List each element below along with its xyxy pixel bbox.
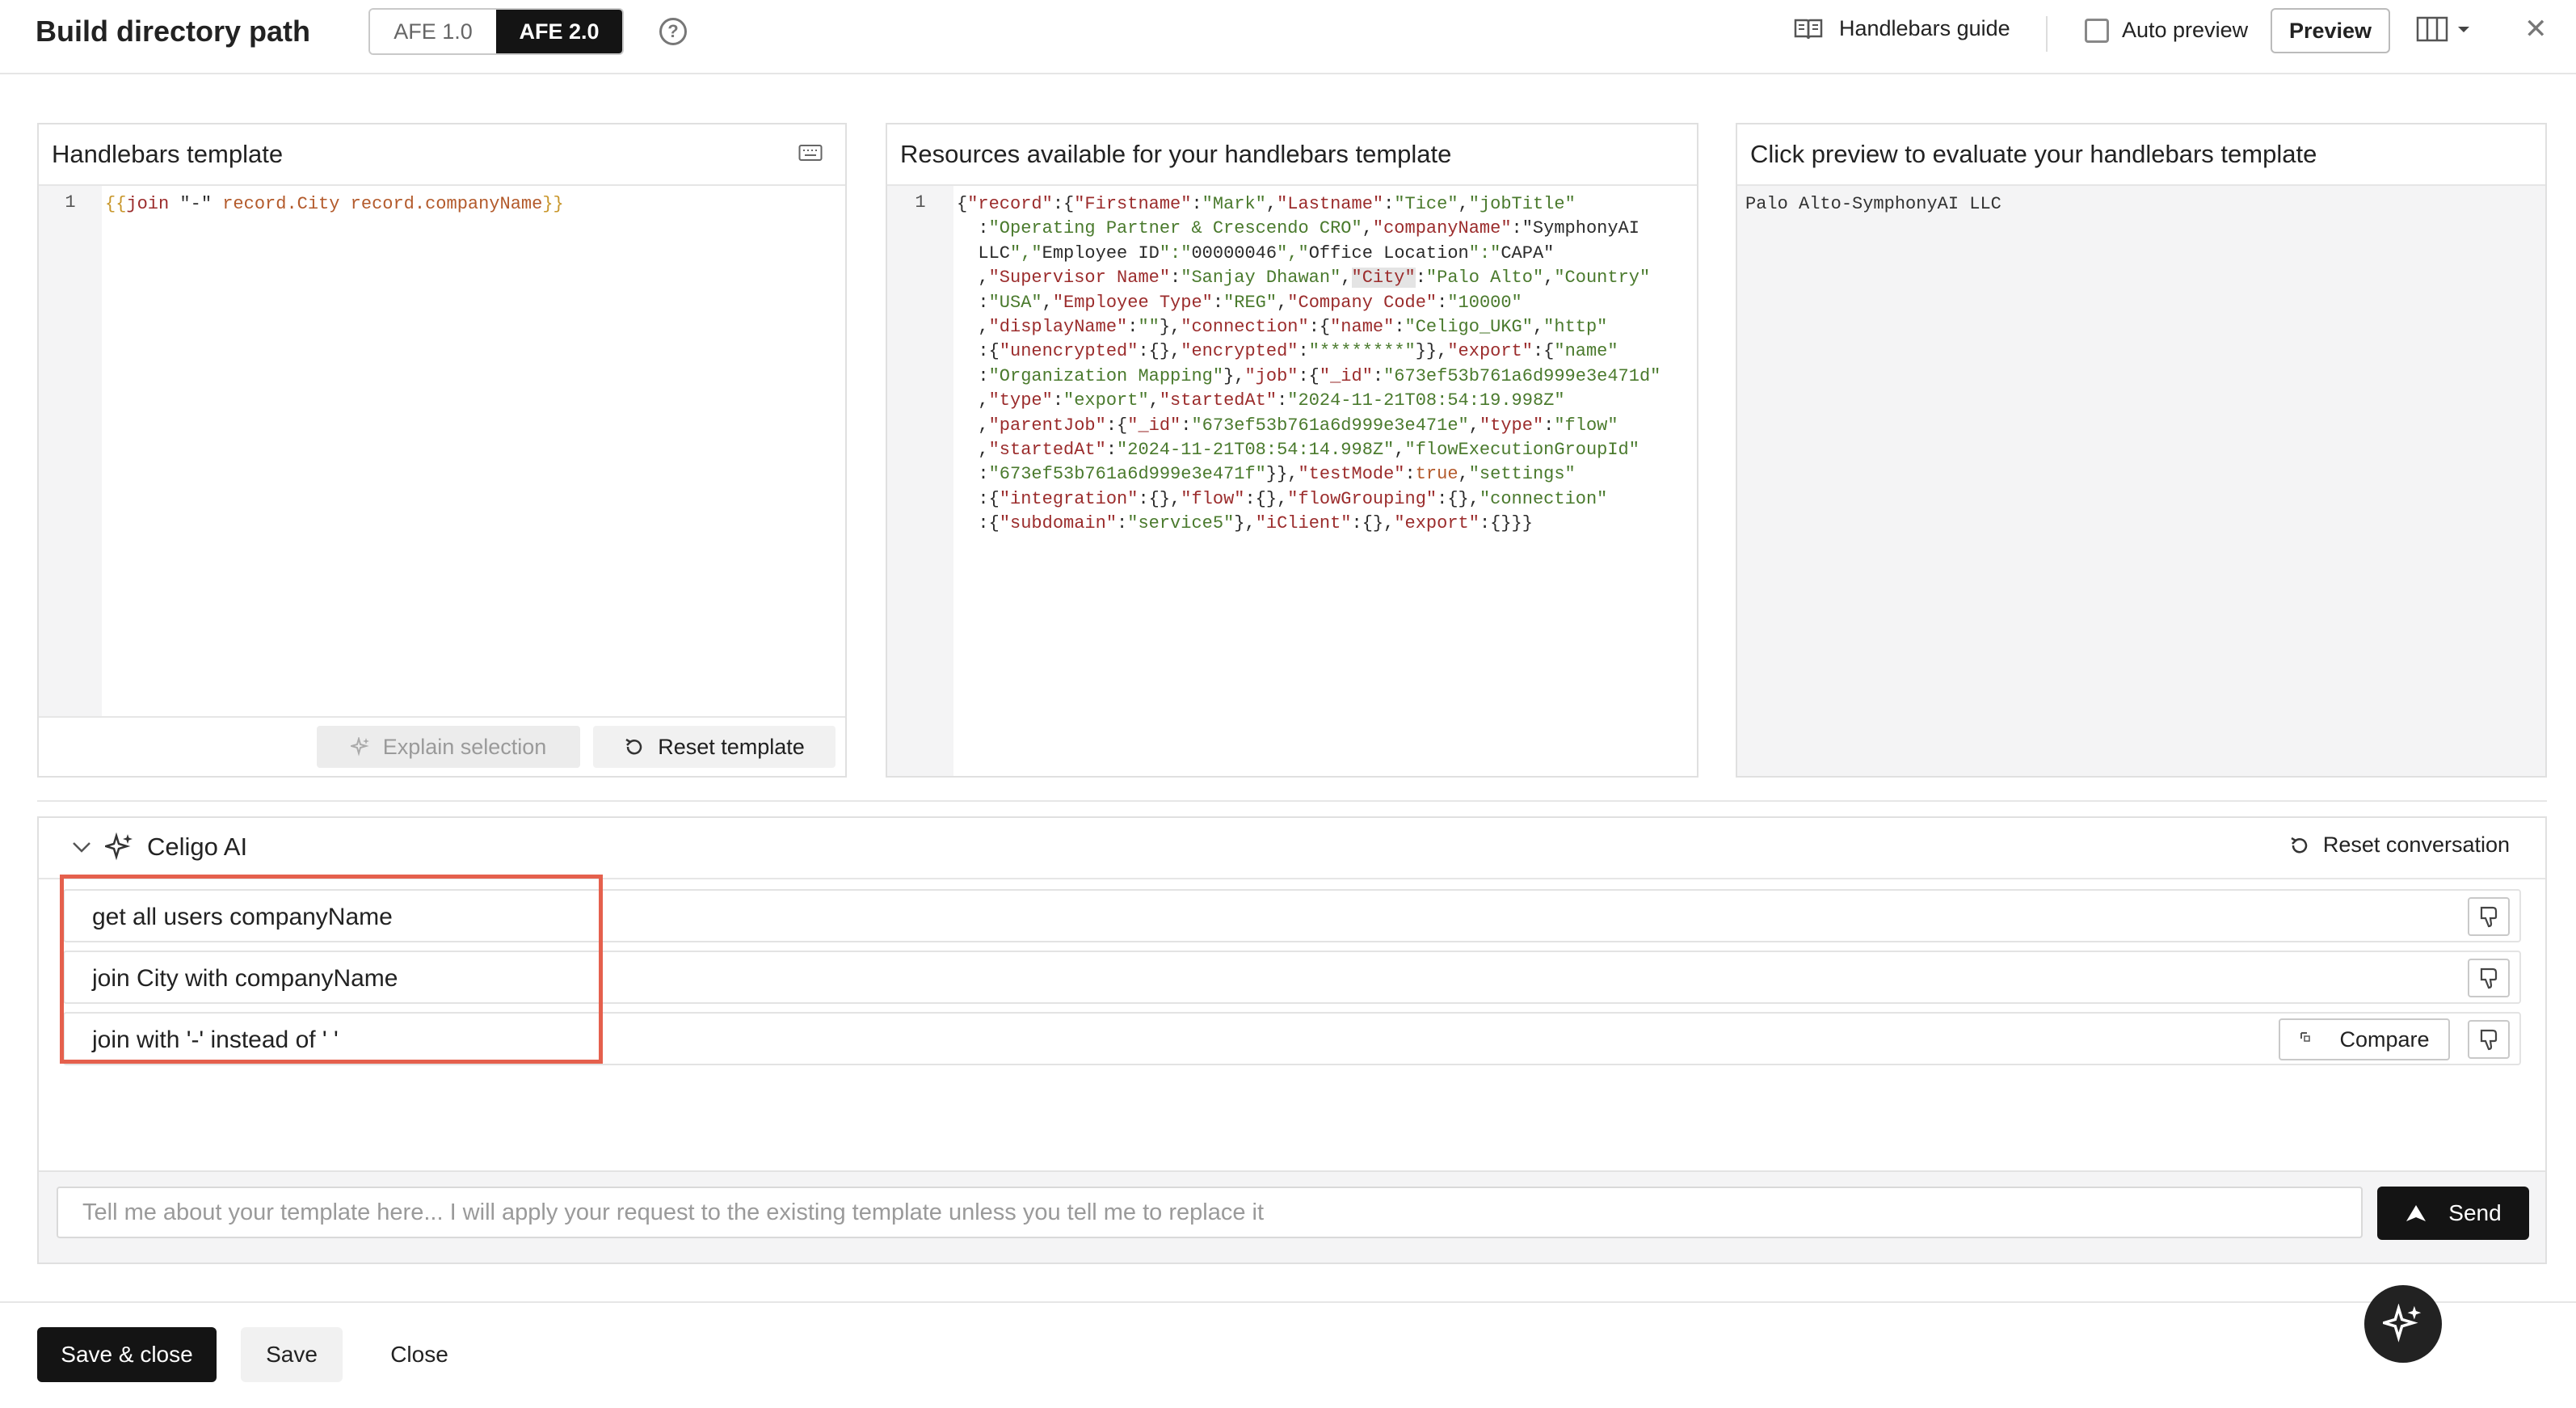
- afe-1-option[interactable]: AFE 1.0: [370, 10, 496, 53]
- thumbs-down-button[interactable]: [2468, 959, 2510, 997]
- resources-panel: Resources available for your handlebars …: [886, 123, 1698, 778]
- close-button[interactable]: Close: [367, 1327, 472, 1382]
- code-token: join: [126, 194, 170, 214]
- code-line: ,"startedAt":"2024-11-21T08:54:14.998Z",…: [957, 440, 1639, 461]
- thumbs-down-icon: [2480, 967, 2498, 989]
- send-icon: [2406, 1205, 2427, 1221]
- header-bar: Build directory path AFE 1.0 AFE 2.0 ? H…: [0, 0, 2576, 74]
- explain-label: Explain selection: [382, 734, 547, 759]
- handlebars-guide-link[interactable]: Handlebars guide: [1794, 16, 2010, 41]
- ai-assistant-fab[interactable]: [2364, 1285, 2442, 1363]
- preview-output-area: [1737, 186, 2545, 776]
- compare-button[interactable]: Compare: [2279, 1018, 2450, 1060]
- ai-input-bar: Send: [39, 1170, 2545, 1263]
- footer-bar: Save & close Save Close: [0, 1301, 2576, 1408]
- compare-label: Compare: [2339, 1026, 2430, 1052]
- compare-icon: [2300, 1032, 2311, 1042]
- page-title: Build directory path: [36, 15, 311, 48]
- message-text: join with '-' instead of ' ': [92, 1026, 339, 1053]
- code-line: ,"parentJob":{"_id":"673ef53b761a6d999e3…: [957, 415, 1618, 436]
- line-number-gutter: 1: [39, 186, 102, 716]
- auto-preview-toggle[interactable]: Auto preview: [2085, 18, 2248, 43]
- template-code-editor[interactable]: {{join "-" record.City record.companyNam…: [105, 192, 564, 217]
- resources-code-viewer[interactable]: {"record":{"Firstname":"Mark","Lastname"…: [957, 192, 1661, 537]
- ai-message: join City with companyName: [63, 951, 2521, 1004]
- code-line: {"record":{"Firstname":"Mark","Lastname"…: [957, 194, 1576, 214]
- panel-title: Click preview to evaluate your handlebar…: [1737, 124, 2545, 186]
- auto-preview-checkbox[interactable]: [2085, 18, 2109, 43]
- thumbs-down-button[interactable]: [2468, 897, 2510, 936]
- message-text: get all users companyName: [92, 904, 393, 930]
- code-token: {{: [105, 194, 127, 214]
- code-line: :"Operating Partner & Crescendo CRO","co…: [957, 218, 1639, 239]
- reset-conversation-button[interactable]: Reset conversation: [2289, 833, 2510, 858]
- code-line: :{"unencrypted":{},"encrypted":"********…: [957, 341, 1618, 362]
- send-button[interactable]: Send: [2377, 1187, 2529, 1240]
- guide-label: Handlebars guide: [1839, 16, 2010, 40]
- sparkle-icon: [2383, 1304, 2422, 1343]
- columns-layout-icon: [2416, 16, 2448, 42]
- chevron-down-icon: [2458, 27, 2469, 32]
- close-icon[interactable]: ✕: [2524, 13, 2548, 45]
- thumbs-down-icon: [2480, 1029, 2498, 1051]
- template-panel-footer: Explain selection Reset template: [39, 716, 845, 776]
- header-divider: [2046, 16, 2048, 52]
- book-icon: [1794, 19, 1823, 39]
- reset-icon: [2291, 837, 2308, 853]
- ai-message: get all users companyName: [63, 889, 2521, 942]
- code-line: :{"subdomain":"service5"},"iClient":{},"…: [957, 513, 1533, 534]
- send-label: Send: [2448, 1200, 2502, 1225]
- code-token: .City: [286, 194, 351, 214]
- code-token: }}: [542, 194, 564, 214]
- ai-panel-header: Celigo AI Reset conversation: [39, 818, 2545, 879]
- section-divider: [37, 800, 2547, 802]
- ai-message: join with '-' instead of ' ' Compare: [63, 1012, 2521, 1065]
- save-button[interactable]: Save: [241, 1327, 343, 1382]
- chevron-down-icon: [73, 842, 90, 853]
- afe-2-option[interactable]: AFE 2.0: [496, 10, 622, 53]
- explain-selection-button[interactable]: Explain selection: [317, 726, 580, 768]
- sparkle-icon: [105, 833, 133, 861]
- code-line: :"Organization Mapping"},"job":{"_id":"6…: [957, 365, 1661, 386]
- save-and-close-button[interactable]: Save & close: [37, 1327, 217, 1382]
- code-token: record: [222, 194, 287, 214]
- preview-button[interactable]: Preview: [2271, 8, 2390, 53]
- code-line: :"USA","Employee Type":"REG","Company Co…: [957, 292, 1522, 313]
- code-token: record: [350, 194, 415, 214]
- reset-conversation-label: Reset conversation: [2322, 833, 2510, 857]
- thumbs-down-button[interactable]: [2468, 1020, 2510, 1059]
- code-line: :{"integration":{},"flow":{},"flowGroupi…: [957, 488, 1608, 509]
- ai-prompt-input[interactable]: [57, 1187, 2363, 1238]
- code-line: LLC","Employee ID":"00000046","Office Lo…: [957, 242, 1555, 263]
- help-icon[interactable]: ?: [659, 18, 687, 45]
- ai-panel-toggle[interactable]: Celigo AI: [71, 833, 247, 862]
- code-line: ,"type":"export","startedAt":"2024-11-21…: [957, 390, 1565, 411]
- line-number: 1: [915, 192, 926, 213]
- code-line: ,"displayName":""},"connection":{"name":…: [957, 317, 1608, 338]
- layout-menu[interactable]: [2416, 16, 2471, 42]
- sparkle-icon: [350, 737, 369, 757]
- line-number: 1: [65, 192, 76, 213]
- celigo-ai-panel: Celigo AI Reset conversation get all use…: [37, 816, 2547, 1264]
- gutter-filler: [887, 655, 953, 776]
- preview-result: Palo Alto-SymphonyAI LLC: [1745, 194, 2001, 214]
- auto-preview-label: Auto preview: [2122, 18, 2249, 42]
- thumbs-down-icon: [2480, 906, 2498, 928]
- reset-template-button[interactable]: Reset template: [593, 726, 836, 768]
- keyboard-icon[interactable]: [798, 144, 823, 166]
- preview-panel: Click preview to evaluate your handlebar…: [1736, 123, 2547, 778]
- panel-title: Handlebars template: [39, 124, 845, 186]
- line-number-gutter: 1: [887, 186, 953, 655]
- reset-icon: [625, 738, 642, 755]
- code-token: .companyName: [414, 194, 543, 214]
- ai-title: Celigo AI: [147, 833, 248, 861]
- code-token: "-": [169, 194, 223, 214]
- reset-template-label: Reset template: [658, 734, 805, 759]
- handlebars-template-panel: Handlebars template 1 {{join "-" record.…: [37, 123, 847, 778]
- afe-version-toggle: AFE 1.0 AFE 2.0: [368, 8, 624, 55]
- code-line: :"673ef53b761a6d999e3e471f"}},"testMode"…: [957, 464, 1576, 485]
- message-text: join City with companyName: [92, 965, 398, 992]
- code-line: ,"Supervisor Name":"Sanjay Dhawan","City…: [957, 268, 1651, 289]
- panel-title: Resources available for your handlebars …: [887, 124, 1697, 186]
